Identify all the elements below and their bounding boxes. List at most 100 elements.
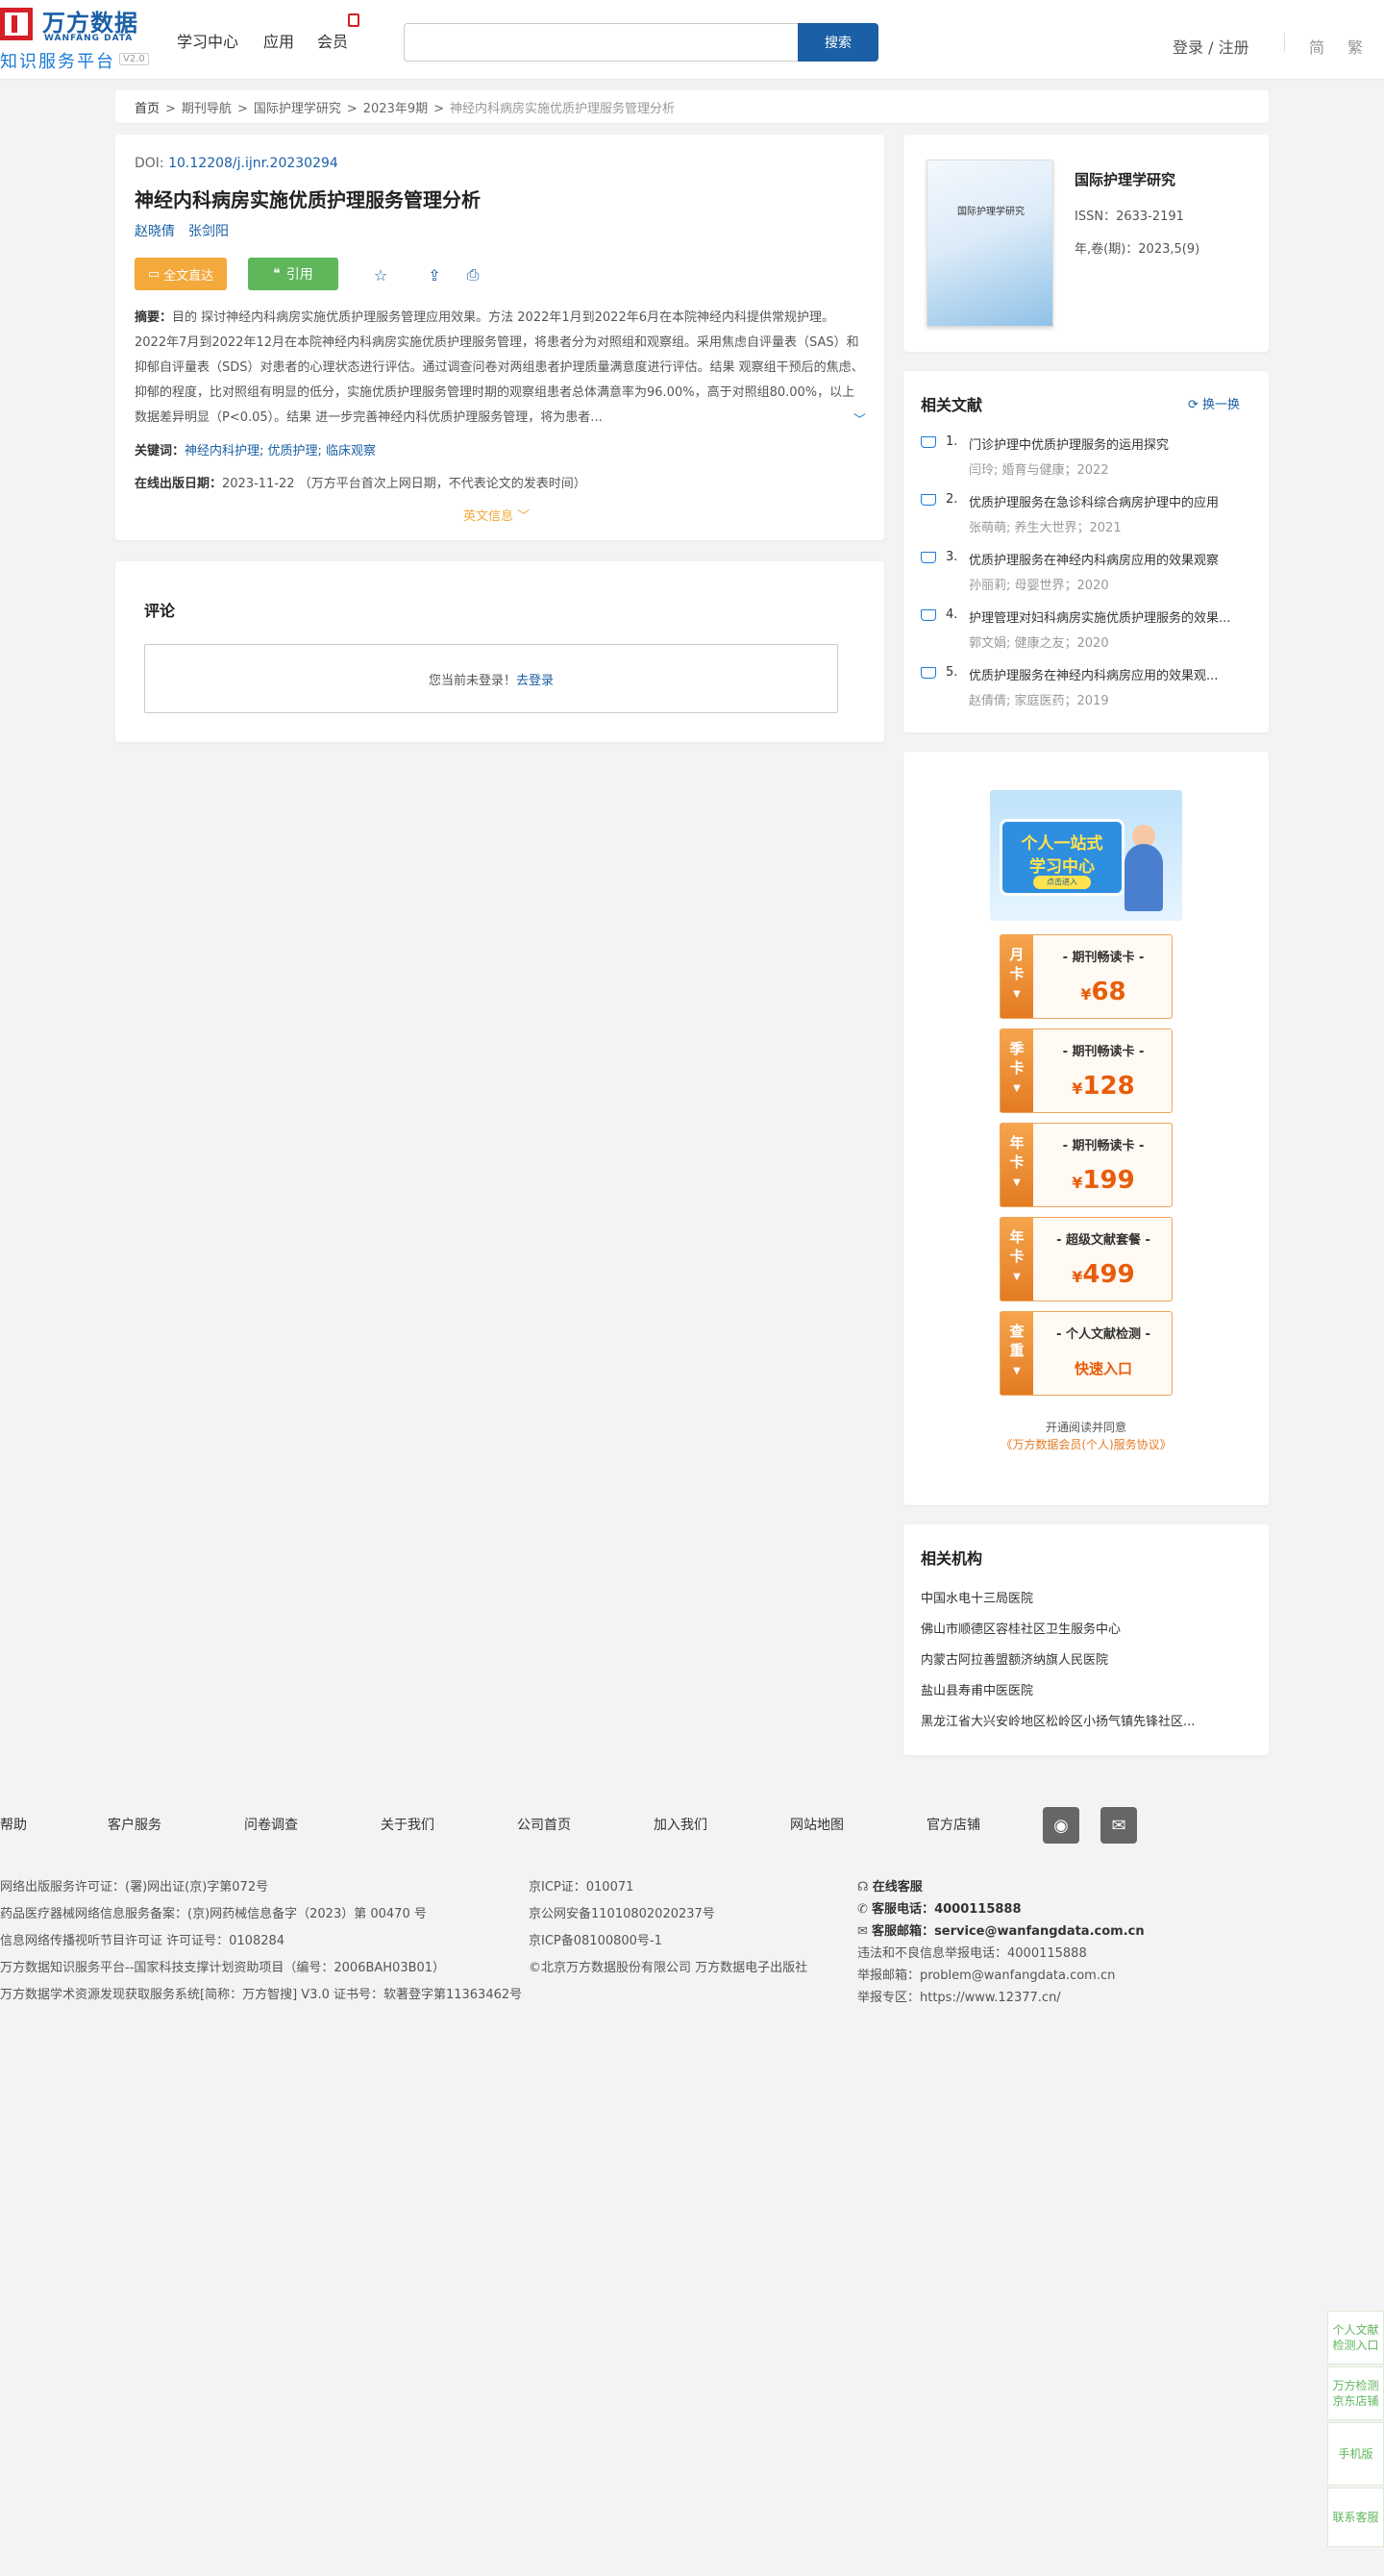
cite-button[interactable]: ❝ 引用 — [248, 258, 338, 290]
related-item-meta: 赵倩倩; 家庭医药；2019 — [969, 694, 1109, 708]
related-item-title[interactable]: 优质护理服务在神经内科病房应用的效果观察 — [969, 550, 1249, 568]
plan-quarterly-card[interactable]: 季卡 ▼ - 期刊畅读卡 - ¥128 — [1000, 1028, 1173, 1113]
side-tab-contact[interactable]: 联系客服 — [1327, 2488, 1384, 2547]
breadcrumb-issue[interactable]: 2023年9期 — [363, 102, 428, 116]
share-icon[interactable]: ⇪ — [425, 265, 444, 285]
org-link[interactable]: 内蒙古阿拉善盟额济纳旗人民医院 — [921, 1649, 1108, 1668]
org-link[interactable]: 黑龙江省大兴安岭地区松岭区小扬气镇先锋社区... — [921, 1711, 1195, 1729]
journal-name[interactable]: 国际护理学研究 — [1075, 169, 1175, 189]
plan-plagiarism-check-card[interactable]: 查重 ▼ - 个人文献检测 - 快速入口 — [1000, 1311, 1173, 1396]
footer-company-home[interactable]: 公司首页 — [517, 1815, 571, 1834]
journal-volume: 年,卷(期)：2023,5(9) — [1075, 242, 1200, 257]
breadcrumb-journal[interactable]: 国际护理学研究 — [254, 102, 341, 116]
nav-member[interactable]: 会员 — [317, 29, 348, 52]
footer-customer-service[interactable]: 客户服务 — [108, 1815, 161, 1834]
cover-title: 国际护理学研究 — [957, 207, 1025, 217]
plan-quick-entry: 快速入口 — [1074, 1360, 1132, 1377]
plan-price: ¥128 — [1072, 1072, 1135, 1101]
plan-yearly-card[interactable]: 年卡 ▼ - 期刊畅读卡 - ¥199 — [1000, 1123, 1173, 1207]
learning-center-banner[interactable]: 个人一站式 学习中心 点击进入 — [990, 790, 1182, 921]
footer-phone: ✆ 客服电话：4000115888 — [857, 1902, 1022, 1917]
version-badge: V2.0 — [119, 53, 149, 65]
logo-text[interactable]: 万方数据 — [42, 4, 138, 37]
quote-icon: ❝ — [273, 266, 281, 282]
lang-simplified[interactable]: 简 — [1309, 35, 1324, 58]
related-item-title[interactable]: 优质护理服务在急诊科综合病房护理中的应用 — [969, 492, 1249, 510]
star-icon[interactable]: ☆ — [371, 265, 390, 285]
lang-traditional[interactable]: 繁 — [1347, 35, 1363, 58]
mail-icon: ✉ — [857, 1924, 868, 1939]
wechat-icon[interactable]: ✉ — [1100, 1807, 1137, 1844]
breadcrumb-home[interactable]: 首页 — [135, 102, 160, 116]
doi-link[interactable]: 10.12208/j.ijnr.20230294 — [168, 156, 338, 171]
related-title: 相关文献 — [921, 396, 983, 414]
footer-report-zone[interactable]: 举报专区：https://www.12377.cn/ — [857, 1987, 1061, 2005]
footer-icp[interactable]: 京ICP证：010071 — [529, 1876, 633, 1895]
related-item-title[interactable]: 门诊护理中优质护理服务的运用探究 — [969, 434, 1249, 453]
plan-super-package-card[interactable]: 年卡 ▼ - 超级文献套餐 - ¥499 — [1000, 1217, 1173, 1301]
breadcrumb: 首页 > 期刊导航 > 国际护理学研究 >2023年9期 > 神经内科病房实施优质护理服务管理… — [115, 90, 1269, 123]
org-link[interactable]: 佛山市顺德区容桂社区卫生服务中心 — [921, 1619, 1121, 1637]
footer-license: 万方数据学术资源发现获取服务系统[简称：万方智搜] V3.0 证书号：软著登字第… — [0, 1988, 523, 2002]
plan-price: ¥68 — [1080, 978, 1126, 1006]
journal-cover[interactable]: 国际护理学研究 — [927, 160, 1053, 327]
refresh-button[interactable]: ⟳ 换一换 — [1188, 394, 1240, 412]
org-link[interactable]: 盐山县寿甫中医医院 — [921, 1680, 1033, 1698]
nav-learning-center[interactable]: 学习中心 — [177, 29, 238, 52]
banner-enter-button[interactable]: 点击进入 — [1033, 876, 1091, 889]
plan-price: ¥499 — [1072, 1260, 1135, 1289]
org-link[interactable]: 中国水电十三局医院 — [921, 1588, 1033, 1606]
comment-title: 评论 — [144, 602, 176, 620]
english-info-toggle[interactable]: 英文信息 ﹀ — [463, 506, 530, 524]
go-login-link[interactable]: 去登录 — [516, 670, 554, 688]
search-button[interactable]: 搜索 — [798, 23, 878, 62]
book-icon — [921, 609, 936, 621]
journal-card: 国际护理学研究 国际护理学研究 ISSN：2633-2191 年,卷(期)：20… — [903, 135, 1269, 352]
arrow-down-icon: ▼ — [1013, 1177, 1021, 1188]
headset-icon: ☊ — [857, 1880, 869, 1895]
footer-about[interactable]: 关于我们 — [381, 1815, 434, 1834]
author-link[interactable]: 赵晓倩 — [135, 224, 175, 239]
author-list: 赵晓倩 张剑阳 — [135, 221, 242, 240]
print-icon[interactable]: ⎙ — [463, 265, 482, 285]
book-icon — [921, 436, 936, 448]
keyword-links[interactable]: 神经内科护理; 优质护理; 临床观察 — [185, 444, 376, 458]
footer-official-store[interactable]: 官方店铺 — [927, 1815, 980, 1834]
side-tab-literature-check[interactable]: 个人文献检测入口 — [1327, 2311, 1384, 2365]
related-item-meta: 闫玲; 婚育与健康；2022 — [969, 463, 1109, 478]
arrow-down-icon: ▼ — [1013, 1272, 1021, 1282]
footer-survey[interactable]: 问卷调查 — [244, 1815, 298, 1834]
footer-online-service[interactable]: ☊ 在线客服 — [857, 1876, 923, 1895]
related-item-title[interactable]: 优质护理服务在神经内科病房应用的效果观... — [969, 665, 1249, 683]
arrow-down-icon: ▼ — [1013, 1366, 1021, 1376]
expand-abstract-icon[interactable]: ﹀ — [853, 409, 866, 428]
related-item-meta: 张萌萌; 养生大世界；2021 — [969, 521, 1122, 535]
login-register-link[interactable]: 登录 / 注册 — [1173, 35, 1249, 58]
full-text-button[interactable]: ▭ 全文直达 — [135, 258, 227, 290]
weibo-icon[interactable]: ◉ — [1043, 1807, 1079, 1844]
wanfang-logo-icon[interactable] — [0, 8, 33, 40]
journal-issn: ISSN：2633-2191 — [1075, 210, 1184, 224]
search-input[interactable] — [404, 23, 798, 62]
footer-sitemap[interactable]: 网站地图 — [790, 1815, 844, 1834]
side-tab-jd-store[interactable]: 万方检测京东店铺 — [1327, 2366, 1384, 2420]
orgs-title: 相关机构 — [921, 1549, 983, 1568]
author-link[interactable]: 张剑阳 — [188, 224, 229, 239]
nav-apps[interactable]: 应用 — [263, 29, 294, 52]
abstract: 摘要：目的 探讨神经内科病房实施优质护理服务管理应用效果。方法 2022年1月到… — [135, 310, 864, 425]
related-item-title[interactable]: 护理管理对妇科病房实施优质护理服务的效果... — [969, 607, 1249, 626]
member-agreement-link[interactable]: 《万方数据会员(个人)服务协议》 — [1001, 1438, 1171, 1451]
breadcrumb-journal-nav[interactable]: 期刊导航 — [182, 102, 232, 116]
chevron-down-icon: ﹀ — [517, 509, 531, 524]
footer-email: ✉ 客服邮箱：service@wanfangdata.com.cn — [857, 1924, 1145, 1939]
footer-help[interactable]: 帮助 — [0, 1815, 27, 1834]
logo-english: WANFANG DATA — [44, 34, 134, 43]
plan-monthly-card[interactable]: 月卡 ▼ - 期刊畅读卡 - ¥68 — [1000, 934, 1173, 1019]
footer-join-us[interactable]: 加入我们 — [654, 1815, 707, 1834]
illustration-person — [1124, 844, 1163, 911]
footer-license: 万方数据知识服务平台--国家科技支撑计划资助项目（编号：2006BAH03B01… — [0, 1961, 446, 1975]
footer-icp[interactable]: 京ICP备08100800号-1 — [529, 1930, 662, 1948]
phone-icon: ✆ — [857, 1902, 868, 1917]
footer-icp[interactable]: 京公网安备11010802020237号 — [529, 1903, 715, 1921]
side-tab-mobile[interactable]: 手机版 — [1327, 2422, 1384, 2486]
